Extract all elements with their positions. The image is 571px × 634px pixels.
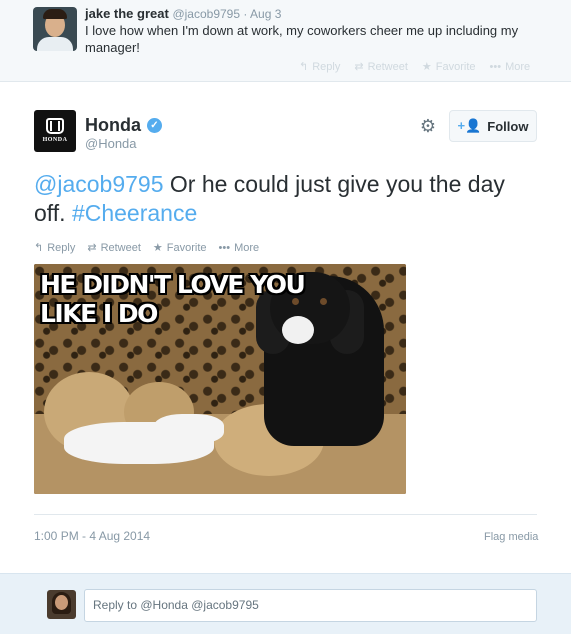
more-label: More	[234, 241, 260, 254]
favorite-icon: ★	[152, 242, 163, 254]
puppy-eye	[320, 298, 327, 305]
divider	[34, 514, 537, 515]
main-tweet-text: @jacob9795 Or he could just give you the…	[34, 170, 534, 228]
parent-retweet-action[interactable]: ⇄ Retweet	[354, 60, 408, 74]
avatar-shirt	[37, 37, 73, 51]
reply-input[interactable]: Reply to @Honda @jacob9795	[84, 589, 537, 622]
parent-tweet: jake the great @jacob9795 · Aug 3 I love…	[0, 0, 571, 82]
main-author-name[interactable]: Honda ✓	[85, 115, 162, 136]
parent-retweet-label: Retweet	[367, 60, 408, 73]
avatar-hair	[43, 9, 67, 19]
favorite-icon: ★	[421, 61, 432, 73]
verified-icon: ✓	[147, 118, 162, 133]
reply-action[interactable]: ↰ Reply	[34, 241, 76, 255]
parent-tweet-text: I love how when I'm down at work, my cow…	[85, 23, 519, 55]
reply-icon: ↰	[299, 61, 309, 73]
main-tweet-actions: ↰ Reply ⇄ Retweet ★ Favorite ••• More	[34, 241, 260, 255]
more-icon: •••	[489, 60, 502, 73]
hashtag-link[interactable]: #Cheerance	[72, 200, 197, 226]
parent-tweet-date[interactable]: Aug 3	[250, 7, 281, 21]
parent-author-handle[interactable]: @jacob9795	[172, 7, 240, 21]
gear-icon[interactable]: ⚙	[418, 116, 438, 136]
parent-author-name[interactable]: jake the great	[85, 6, 169, 21]
parent-favorite-label: Favorite	[435, 60, 476, 73]
parent-tweet-actions: ↰ Reply ⇄ Retweet ★ Favorite ••• More	[299, 60, 531, 74]
logo-wordmark: HONDA	[42, 137, 68, 143]
retweet-action[interactable]: ⇄ Retweet	[87, 241, 141, 255]
reply-user-avatar	[47, 590, 76, 619]
favorite-label: Favorite	[166, 241, 207, 254]
header-separator: ·	[240, 7, 251, 21]
parent-favorite-action[interactable]: ★ Favorite	[421, 60, 476, 74]
mention-link[interactable]: @jacob9795	[34, 171, 164, 197]
reply-area: Reply to @Honda @jacob9795	[0, 573, 571, 634]
reply-icon: ↰	[34, 242, 44, 254]
retweet-label: Retweet	[100, 241, 141, 254]
tweet-timestamp[interactable]: 1:00 PM - 4 Aug 2014	[34, 529, 150, 543]
reply-label: Reply	[47, 241, 76, 254]
main-author-handle[interactable]: @Honda	[85, 136, 137, 151]
parent-avatar[interactable]	[33, 7, 77, 51]
tweet-media-image[interactable]: HE DIDN'T LOVE YOU LIKE I DO	[34, 264, 406, 494]
parent-reply-action[interactable]: ↰ Reply	[299, 60, 341, 74]
honda-h-icon	[46, 118, 64, 134]
meme-caption: HE DIDN'T LOVE YOU LIKE I DO	[40, 270, 306, 328]
meme-caption-line2: LIKE I DO	[40, 299, 158, 328]
follow-button[interactable]: +👤 Follow	[449, 110, 537, 142]
retweet-icon: ⇄	[354, 61, 364, 73]
follow-user-icon: +👤	[457, 118, 482, 133]
follow-label: Follow	[487, 118, 529, 134]
favorite-action[interactable]: ★ Favorite	[152, 241, 207, 255]
flag-media-link[interactable]: Flag media	[484, 531, 538, 543]
main-author-name-text: Honda	[85, 115, 141, 135]
parent-more-action[interactable]: ••• More	[490, 60, 531, 73]
parent-tweet-header: jake the great @jacob9795 · Aug 3	[85, 6, 281, 21]
avatar-face	[55, 595, 68, 610]
more-icon: •••	[218, 241, 231, 254]
retweet-icon: ⇄	[87, 242, 97, 254]
stuffing-pile	[154, 414, 224, 444]
parent-more-label: More	[505, 60, 531, 73]
parent-reply-label: Reply	[312, 60, 341, 73]
honda-logo-avatar[interactable]: HONDA	[34, 110, 76, 152]
more-action[interactable]: ••• More	[219, 241, 260, 254]
meme-caption-line1: HE DIDN'T LOVE YOU	[40, 270, 306, 299]
